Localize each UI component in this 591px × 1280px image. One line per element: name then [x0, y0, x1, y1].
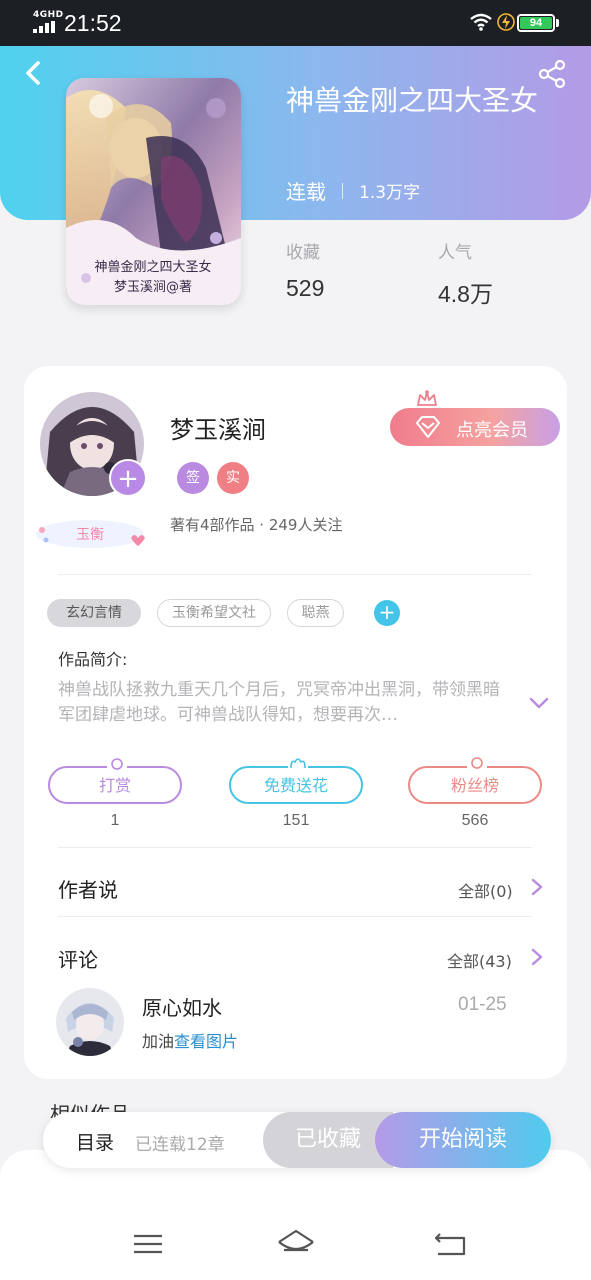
book-status: 连载: [286, 180, 326, 204]
battery-level: 94: [520, 17, 552, 29]
crown-icon: [417, 390, 437, 406]
word-count: 1.3万字: [359, 183, 421, 203]
genre-tag[interactable]: 玄幻言情: [47, 599, 141, 627]
network-type: 4GHD: [33, 10, 64, 20]
popularity-stat: 人气 4.8万: [438, 238, 493, 309]
chevron-right-icon[interactable]: [530, 877, 544, 897]
fan-ranking-button[interactable]: 粉丝榜: [408, 756, 542, 804]
verified-tag: 实: [217, 462, 249, 494]
chapter-count[interactable]: 已连载12章: [135, 1130, 225, 1155]
cover-illustration: 神兽金刚之四大圣女 梦玉溪涧@著: [66, 78, 241, 305]
flower-count: 151: [282, 812, 310, 829]
popularity-value: 4.8万: [438, 281, 493, 307]
bottom-action-bar: 目录 已连载12章 已收藏 开始阅读: [43, 1112, 551, 1168]
book-cover[interactable]: 神兽金刚之四大圣女 梦玉溪涧@著: [66, 78, 241, 305]
author-says-title: 作者说: [58, 878, 118, 902]
signal-icon: [33, 21, 55, 33]
comments-title: 评论: [58, 948, 98, 972]
rank-badge: 玉衡: [76, 527, 104, 543]
follow-author-button[interactable]: +: [109, 459, 147, 497]
tip-label: 打赏: [98, 776, 131, 795]
comment-text: 加油查看图片: [142, 1028, 238, 1052]
commenter-avatar[interactable]: [56, 988, 124, 1056]
tip-count: 1: [110, 812, 120, 829]
author-info: 著有4部作品 · 249人关注: [170, 516, 343, 534]
society-tag[interactable]: 玉衡希望文社: [157, 599, 271, 627]
author-name[interactable]: 梦玉溪涧: [170, 410, 266, 445]
coin-icon: [107, 756, 127, 770]
add-tag-button[interactable]: +: [374, 600, 400, 626]
intro-label: 作品简介:: [58, 650, 128, 669]
favorites-stat: 收藏 529: [286, 238, 324, 302]
fan-ranking-label: 粉丝榜: [450, 776, 499, 795]
book-title: 神兽金刚之四大圣女: [286, 84, 539, 117]
back-nav-icon[interactable]: [430, 1226, 470, 1262]
battery-icon: 94: [517, 14, 555, 32]
vip-button-label: 点亮会员: [456, 420, 528, 441]
send-flower-button[interactable]: 免费送花: [229, 756, 363, 804]
cover-author-text: 梦玉溪涧@著: [114, 280, 192, 295]
favorites-value: 529: [286, 275, 325, 301]
diamond-icon: [416, 416, 440, 438]
collected-button[interactable]: 已收藏: [263, 1112, 393, 1168]
meta-divider: [342, 182, 343, 199]
comment-date: 01-25: [458, 994, 507, 1015]
menu-icon[interactable]: [128, 1226, 168, 1262]
divider: [58, 916, 532, 917]
comments-all-link[interactable]: 全部(43): [447, 948, 512, 972]
battery-tip: [556, 19, 559, 27]
divider: [58, 847, 532, 848]
start-reading-button[interactable]: 开始阅读: [375, 1112, 551, 1168]
tip-button[interactable]: 打赏: [48, 756, 182, 804]
divider: [58, 574, 532, 575]
author-says-all-link[interactable]: 全部(0): [458, 878, 513, 902]
catalog-button[interactable]: 目录: [76, 1128, 114, 1155]
custom-tag[interactable]: 聪燕: [287, 599, 344, 627]
charging-icon: [497, 13, 515, 31]
cover-title-text: 神兽金刚之四大圣女: [94, 259, 211, 275]
chevron-down-icon[interactable]: [528, 694, 550, 712]
comment-content: 加油: [142, 1032, 175, 1051]
intro-text[interactable]: 神兽战队拯救九重天几个月后，咒冥帝冲出黑洞，带领黑暗军团肆虐地球。可神兽战队得知…: [58, 678, 504, 728]
book-meta: 连载 1.3万字: [286, 176, 420, 205]
send-flower-label: 免费送花: [263, 776, 328, 795]
vip-button[interactable]: 点亮会员: [390, 408, 560, 446]
signed-tag: 签: [177, 462, 209, 494]
chevron-right-icon[interactable]: [530, 947, 544, 967]
status-bar: 4GHD 21:52 94: [0, 0, 591, 46]
flower-icon: [288, 756, 308, 770]
home-icon[interactable]: [276, 1226, 316, 1262]
fan-count: 566: [461, 812, 489, 829]
wifi-icon: [470, 13, 492, 31]
clock: 21:52: [64, 10, 122, 36]
favorites-label: 收藏: [286, 243, 320, 263]
view-image-link[interactable]: 查看图片: [174, 1032, 238, 1051]
back-icon[interactable]: [18, 58, 50, 90]
commenter-avatar-illustration: [56, 988, 124, 1056]
medal-icon: [467, 756, 487, 770]
popularity-label: 人气: [438, 243, 472, 263]
commenter-name[interactable]: 原心如水: [142, 992, 222, 1021]
